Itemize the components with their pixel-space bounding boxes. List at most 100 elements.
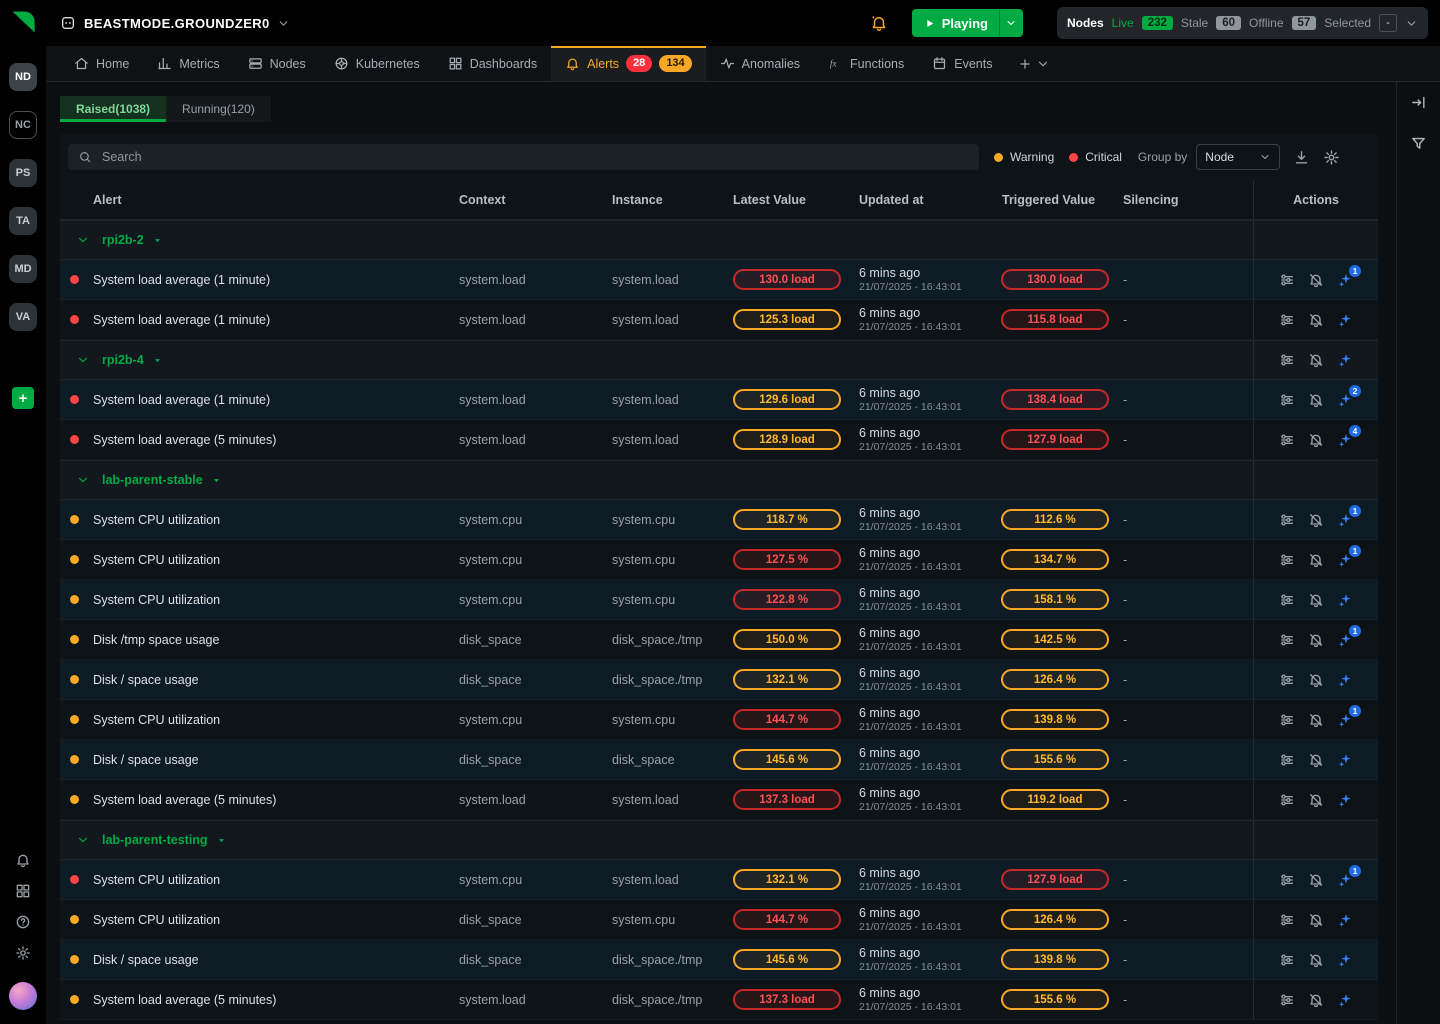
collapse-group-icon[interactable] [76,353,90,367]
alert-row[interactable]: Disk / space usagedisk_spacedisk_space./… [60,660,1378,700]
silence-alert-icon[interactable] [1308,392,1324,408]
tab-raised[interactable]: Raised(1038) [60,96,166,122]
selected-nodes-dropdown[interactable]: - [1379,14,1397,32]
tab-anomalies[interactable]: Anomalies [706,46,814,81]
ai-insights-icon[interactable]: 1 [1337,632,1353,648]
space-switcher[interactable]: BEASTMODE.GROUNDZER0 [84,16,290,31]
alert-configuration-icon[interactable] [1279,952,1295,968]
settings-gear-icon[interactable] [15,945,31,961]
alert-row[interactable]: System load average (5 minutes)system.lo… [60,980,1378,1020]
alert-configuration-icon[interactable] [1279,392,1295,408]
ai-insights-icon[interactable]: 1 [1337,512,1353,528]
alert-row[interactable]: System load average (1 minute)system.loa… [60,380,1378,420]
ai-insights-icon[interactable]: 4 [1337,432,1353,448]
alert-row[interactable]: System CPU utilizationsystem.cpusystem.c… [60,540,1378,580]
ai-insights-icon[interactable]: 1 [1337,712,1353,728]
tab-running[interactable]: Running(120) [166,96,271,122]
alert-row[interactable]: System load average (5 minutes)system.lo… [60,420,1378,460]
ai-insights-icon[interactable] [1337,592,1353,608]
alert-configuration-icon[interactable] [1279,992,1295,1008]
tab-home[interactable]: Home [60,46,143,81]
user-avatar[interactable] [9,982,37,1010]
ai-insights-icon[interactable] [1337,752,1353,768]
ai-insights-icon[interactable]: 1 [1337,272,1353,288]
netdata-logo-icon[interactable] [9,8,37,36]
col-header-instance[interactable]: Instance [605,193,727,207]
alert-configuration-icon[interactable] [1279,712,1295,728]
ai-insights-icon[interactable]: 2 [1337,392,1353,408]
download-icon[interactable] [1293,149,1310,166]
group-header-rpi2b-4[interactable]: rpi2b-4 [60,353,1253,367]
add-space-button[interactable]: + [12,387,34,409]
ai-insights-icon[interactable] [1337,672,1353,688]
space-button-ps[interactable]: PS [9,159,37,187]
silence-alert-icon[interactable] [1308,272,1324,288]
silence-alert-icon[interactable] [1308,872,1324,888]
help-icon[interactable] [15,914,31,930]
ai-insights-icon[interactable]: 1 [1337,552,1353,568]
silence-alert-icon[interactable] [1308,672,1324,688]
alert-row[interactable]: System CPU utilizationsystem.cpusystem.c… [60,580,1378,620]
collapse-group-icon[interactable] [76,473,90,487]
space-button-nc[interactable]: NC [9,111,37,139]
group-header-lab-parent-stable[interactable]: lab-parent-stable [60,473,1253,487]
ai-insights-icon[interactable] [1337,952,1353,968]
integrations-icon[interactable] [15,883,31,899]
space-button-ta[interactable]: TA [9,207,37,235]
silence-alert-icon[interactable] [1308,712,1324,728]
alert-configuration-icon[interactable] [1279,752,1295,768]
notifications-bell-icon[interactable] [15,852,31,868]
silence-alert-icon[interactable] [1308,912,1324,928]
alert-configuration-icon[interactable] [1279,552,1295,568]
alert-row[interactable]: System CPU utilizationsystem.cpusystem.l… [60,860,1378,900]
col-header-silencing[interactable]: Silencing [1117,193,1253,207]
tab-dashboards[interactable]: Dashboards [434,46,551,81]
space-button-md[interactable]: MD [9,255,37,283]
tab-kubernetes[interactable]: Kubernetes [320,46,434,81]
alert-configuration-icon[interactable] [1279,592,1295,608]
alert-row[interactable]: System load average (1 minute)system.loa… [60,300,1378,340]
chevron-down-icon[interactable] [1405,17,1418,30]
alert-notifications-icon[interactable] [870,14,888,32]
silence-alert-icon[interactable] [1308,432,1324,448]
silence-alert-icon[interactable] [1308,632,1324,648]
col-header-triggered-value[interactable]: Triggered Value [995,193,1117,207]
search-input[interactable] [100,149,969,165]
silence-alert-icon[interactable] [1308,592,1324,608]
table-settings-gear-icon[interactable] [1323,149,1340,166]
group-by-select[interactable]: Node [1196,144,1280,170]
collapse-group-icon[interactable] [76,833,90,847]
silence-alert-icon[interactable] [1308,952,1324,968]
alert-row[interactable]: System CPU utilizationsystem.cpusystem.c… [60,700,1378,740]
add-tab-button[interactable] [1006,46,1062,81]
group-header-rpi2b-2[interactable]: rpi2b-2 [60,233,1253,247]
col-header-alert[interactable]: Alert [60,193,453,207]
play-options-chevron[interactable] [999,9,1023,37]
tab-events[interactable]: Events [918,46,1006,81]
alert-configuration-icon[interactable] [1279,352,1295,368]
col-header-context[interactable]: Context [453,193,605,207]
critical-filter-toggle[interactable]: Critical [1069,150,1122,164]
alert-row[interactable]: Disk /tmp space usagedisk_spacedisk_spac… [60,620,1378,660]
filter-funnel-icon[interactable] [1410,135,1427,152]
alert-row[interactable]: System CPU utilizationsystem.cpusystem.c… [60,500,1378,540]
ai-insights-icon[interactable]: 1 [1337,872,1353,888]
alert-row[interactable]: Disk / space usagedisk_spacedisk_space./… [60,940,1378,980]
alert-configuration-icon[interactable] [1279,632,1295,648]
alert-configuration-icon[interactable] [1279,672,1295,688]
alert-configuration-icon[interactable] [1279,272,1295,288]
tab-metrics[interactable]: Metrics [143,46,233,81]
silence-alert-icon[interactable] [1308,552,1324,568]
ai-insights-icon[interactable] [1337,992,1353,1008]
node-menu-caret-icon[interactable] [152,355,163,366]
tab-alerts[interactable]: Alerts28134 [551,46,706,81]
alert-row[interactable]: Disk / space usagedisk_spacedisk_space14… [60,740,1378,780]
alert-row[interactable]: System load average (1 minute)system.loa… [60,260,1378,300]
alert-configuration-icon[interactable] [1279,792,1295,808]
alert-configuration-icon[interactable] [1279,512,1295,528]
alert-configuration-icon[interactable] [1279,912,1295,928]
ai-insights-icon[interactable] [1337,792,1353,808]
tab-nodes[interactable]: Nodes [234,46,320,81]
collapse-panel-icon[interactable] [1410,94,1427,111]
col-header-updated-at[interactable]: Updated at [849,193,995,207]
